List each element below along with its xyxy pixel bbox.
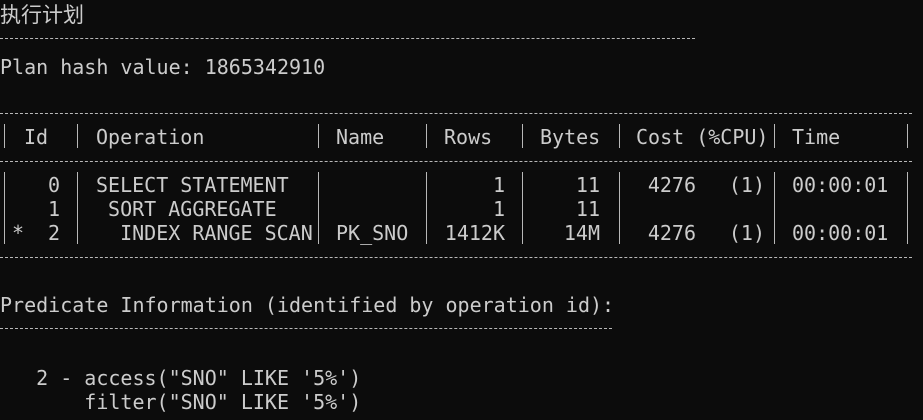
col-separator [774,172,775,244]
row-id: 1 [47,197,60,221]
col-separator [426,172,427,244]
row-cpu [710,197,765,221]
row-rows: 1412K [444,221,505,245]
col-separator [318,124,319,148]
predicate-line: 2 - access("SNO" LIKE '5%') [0,366,362,390]
row-cost: 4276 [647,221,696,245]
row-name: PK_SNO [336,221,409,245]
header-operation: Operation [96,125,205,149]
row-time: 00:00:01 [792,173,889,197]
predicate-divider [0,328,612,329]
col-separator [318,172,319,244]
col-separator [77,124,78,148]
predicate-title: Predicate Information (identified by ope… [0,293,615,317]
row-operation: SELECT STATEMENT [96,173,289,197]
row-cpu: (1) [728,173,765,197]
terminal-window: { "title": "执行计划", "plan_hash_line": "Pl… [0,0,923,420]
row-operation: SORT AGGREGATE [96,197,277,221]
predicate-line: filter("SNO" LIKE '5%') [0,390,362,414]
col-separator [4,124,5,148]
row-rows: 1 [492,197,505,221]
table-bottom-divider [0,257,912,258]
header-bytes: Bytes [540,125,601,149]
header-name: Name [336,125,385,149]
row-operation: INDEX RANGE SCAN [96,221,313,245]
header-id: Id [24,125,49,149]
row-bytes: 11 [575,173,600,197]
col-separator [522,172,523,244]
row-rows: 1 [492,173,505,197]
header-time: Time [792,125,841,149]
col-separator [774,124,775,148]
col-separator [426,124,427,148]
table-top-divider [0,113,912,114]
plan-hash-value: Plan hash value: 1865342910 [0,55,326,79]
row-cost [624,197,696,221]
col-separator [907,172,908,244]
row-time: 00:00:01 [792,221,889,245]
row-id: 2 [47,221,60,245]
row-id: 0 [47,173,60,197]
col-separator [522,124,523,148]
header-divider [0,161,912,162]
col-separator [77,172,78,244]
row-cost: 4276 [647,173,696,197]
title-divider [0,38,695,39]
row-cpu: (1) [728,221,765,245]
row-bytes: 14M [563,221,600,245]
header-rows: Rows [444,125,493,149]
row-bytes: 11 [575,197,600,221]
col-separator [619,172,620,244]
col-separator [907,124,908,148]
col-separator [619,124,620,148]
page-title: 执行计划 [0,3,84,27]
col-separator [4,172,5,244]
header-cost: Cost (%CPU) [636,125,769,149]
